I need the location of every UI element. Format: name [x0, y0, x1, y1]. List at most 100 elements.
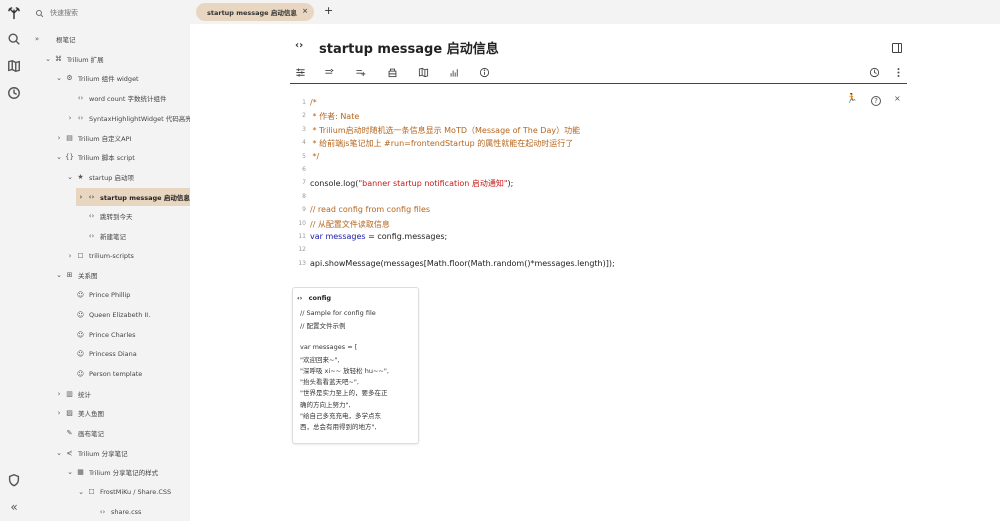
line-number: 5	[302, 152, 306, 160]
tree-item[interactable]: ‹› 新建笔记	[76, 227, 126, 245]
tree-item[interactable]: ⌄ ⚙ Trilium 组件 widget	[54, 69, 139, 87]
note-revisions-icon[interactable]	[867, 65, 881, 79]
tree-item[interactable]: › ▨ 美人鱼图	[54, 404, 104, 422]
code-text: // 从配置文件读取信息	[310, 219, 390, 229]
note-map-icon[interactable]	[5, 57, 23, 75]
new-tab-button[interactable]: +	[324, 4, 333, 17]
tree-expander-icon[interactable]: ›	[76, 193, 86, 201]
note-info-icon[interactable]	[477, 65, 491, 79]
tree-item[interactable]: ‹› word count 字数统计组件	[65, 89, 167, 107]
tab-close-icon[interactable]: ×	[302, 7, 308, 15]
line-number: 7	[302, 179, 306, 187]
tree-item[interactable]: ‹› 跳转到今天	[76, 207, 133, 225]
quick-search-input[interactable]	[50, 9, 170, 17]
tree-item[interactable]: ⌄ ☐ FrostMiKu / Share.CSS	[76, 483, 171, 501]
close-icon[interactable]: ×	[894, 94, 901, 103]
tab-startup-message[interactable]: startup message 启动信息 ×	[196, 3, 314, 21]
tree-item[interactable]: ⌄{} Trilium 脚本 script	[54, 148, 135, 166]
tree-expander-icon[interactable]: ›	[54, 390, 64, 398]
tree-item-label: 关系图	[78, 272, 98, 281]
note-map-icon[interactable]	[416, 65, 430, 79]
included-note-title[interactable]: config	[309, 294, 331, 302]
tree-expander-icon[interactable]: ⌄	[76, 488, 86, 496]
code-line: 8	[290, 192, 790, 205]
tree-item[interactable]: ‹› share.css	[87, 503, 142, 521]
trilium-logo-icon[interactable]	[5, 4, 23, 22]
tree-expander-icon[interactable]: ⌄	[43, 55, 53, 63]
tree-expander-icon[interactable]: ⌄	[54, 74, 64, 82]
tree-item[interactable]: ☺ Person template	[65, 365, 142, 383]
tree-expander-icon[interactable]: ›	[54, 409, 64, 417]
tree-item[interactable]: » 根笔记	[32, 30, 76, 48]
tree-expander-icon[interactable]: ⌄	[65, 173, 75, 181]
tree-expander-icon[interactable]: ⌄	[54, 153, 64, 161]
code-line: 11 var messages = config.messages;	[290, 232, 790, 245]
tree-item-label: Trilium 自定义API	[78, 134, 132, 143]
tree-expander-icon[interactable]: ›	[65, 252, 75, 260]
code-line: 6	[290, 165, 790, 178]
note-type-icon: ‹›	[88, 232, 95, 240]
tab-label: startup message 启动信息	[207, 9, 297, 17]
code-line: 13 api.showMessage(messages[Math.floor(Ma…	[290, 259, 790, 272]
line-number: 9	[302, 206, 306, 214]
tree-item[interactable]: › ▥ 统计	[54, 385, 91, 403]
note-type-icon: ☺	[76, 310, 85, 319]
help-icon[interactable]: ?	[871, 96, 881, 106]
included-note-line: "欢迎回来~",	[300, 355, 340, 364]
tree-item[interactable]: › ‹› startup message 启动信息	[76, 187, 190, 206]
code-token: = config.messages;	[365, 232, 448, 241]
tree-item[interactable]: › ‹› SyntaxHighlightWidget 代码高亮	[65, 109, 190, 127]
tree-item[interactable]: ☺ Queen Elizabeth II.	[65, 306, 150, 324]
tree-item-label: Trilium 分享笔记	[78, 449, 128, 458]
tree-item[interactable]: › ▤ Trilium 自定义API	[54, 129, 132, 147]
tree-item[interactable]: ☺ Prince Charles	[65, 326, 136, 344]
tree-item[interactable]: ⌄ ★ startup 启动项	[65, 168, 134, 186]
tree-item[interactable]: › ☐ trilium-scripts	[65, 247, 134, 265]
note-type-icon: ‹›	[99, 507, 106, 516]
execute-script-icon[interactable]: 🏃	[846, 94, 857, 104]
tree-item[interactable]: ⌄ ▦ Trilium 分享笔记的样式	[65, 463, 158, 481]
protected-session-icon[interactable]	[5, 471, 23, 489]
collapse-sidebar-button[interactable]: «	[5, 498, 23, 516]
tree-item[interactable]: ⌄ ⌘ Trilium 扩展	[43, 50, 104, 68]
code-line: 12	[290, 245, 790, 258]
tree-expander-icon[interactable]: ⌄	[54, 271, 64, 279]
more-actions-icon[interactable]	[891, 65, 905, 79]
tree-item-label: startup message 启动信息	[100, 193, 190, 202]
code-text: // read config from config files	[310, 205, 431, 215]
similar-notes-icon[interactable]	[447, 65, 461, 79]
tree-item[interactable]: ⌄ ⋞ Trilium 分享笔记	[54, 444, 128, 462]
code-note-icon[interactable]: ‹›	[295, 40, 303, 51]
tree-item[interactable]: ☺ Prince Phillip	[65, 286, 131, 304]
history-icon[interactable]	[5, 84, 23, 102]
inherited-attributes-icon[interactable]	[353, 65, 367, 79]
code-line: 1 /*	[290, 98, 790, 111]
included-note-line: 确的方向上努力",	[300, 400, 351, 409]
line-number: 13	[298, 259, 306, 267]
tree-item-label: SyntaxHighlightWidget 代码高亮	[89, 114, 190, 123]
script-settings-icon[interactable]	[293, 65, 307, 79]
tree-item[interactable]: ⌄ ⊞ 关系图	[54, 266, 98, 284]
included-note-card[interactable]: ‹› config // Sample for config file // 配置…	[292, 287, 419, 444]
tree-expander-icon[interactable]: »	[32, 35, 42, 43]
owned-attributes-icon[interactable]	[322, 65, 336, 79]
search-icon[interactable]	[5, 30, 23, 48]
tree-item-label: 统计	[78, 390, 91, 399]
tree-expander-icon[interactable]: ›	[54, 134, 64, 142]
note-paths-icon[interactable]	[385, 65, 399, 79]
toggle-right-pane-icon[interactable]	[892, 43, 902, 53]
tree-item[interactable]: ✎ 画布笔记	[54, 424, 104, 442]
tree-expander-icon[interactable]: ⌄	[54, 449, 64, 457]
tree-expander-icon[interactable]: ⌄	[65, 468, 75, 476]
tree-expander-icon[interactable]: ›	[65, 114, 75, 122]
note-type-icon: ⚙	[66, 74, 73, 83]
note-type-icon: ▨	[66, 409, 73, 418]
tree-item-label: Trilium 脚本 script	[78, 154, 135, 163]
tree-item[interactable]: ☺ Princess Diana	[65, 345, 137, 363]
tree-item-label: 美人鱼图	[78, 410, 104, 419]
note-title[interactable]: startup message 启动信息	[319, 38, 499, 57]
tree-item-label: Queen Elizabeth II.	[89, 310, 151, 319]
code-line: 5 */	[290, 152, 790, 165]
code-line: 2 * 作者: Nate	[290, 111, 790, 124]
included-note-line: // 配置文件示例	[300, 322, 346, 331]
